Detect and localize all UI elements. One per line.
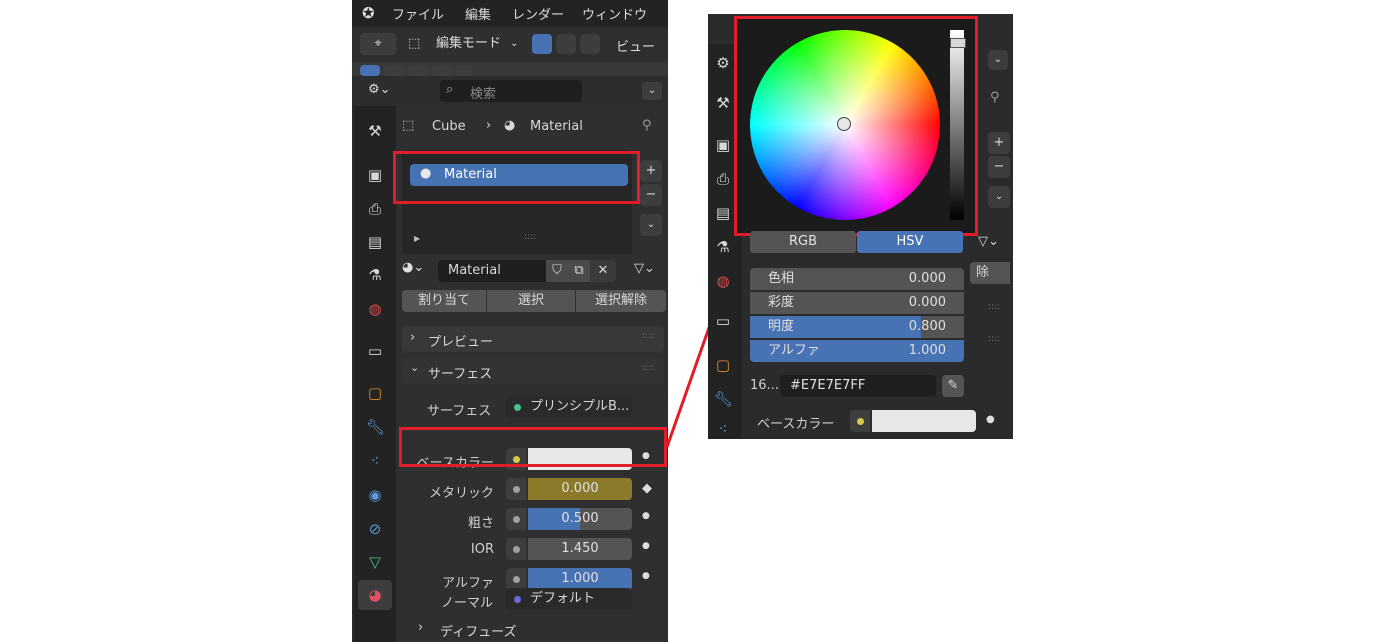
hex-prefix: 16...: [750, 378, 779, 393]
rgb-tab[interactable]: RGB: [750, 231, 856, 253]
eyedropper-icon[interactable]: ✎: [942, 375, 964, 397]
saturation-label: 彩度: [768, 295, 795, 310]
drag-grip-icon[interactable]: ::::: [988, 302, 1000, 312]
keyframe-dot-icon[interactable]: ●: [986, 414, 995, 425]
alpha-value: 1.000: [908, 343, 946, 358]
deselect-button-partial[interactable]: 除: [970, 262, 1010, 284]
world-tab-icon[interactable]: ◍: [714, 272, 732, 290]
render-tab-icon[interactable]: ▣: [714, 136, 732, 154]
object-tab-icon[interactable]: ▢: [714, 356, 732, 374]
view-layer-tab-icon[interactable]: ▤: [714, 204, 732, 222]
pin-icon[interactable]: ⚲: [990, 90, 1000, 105]
saturation-value: 0.000: [908, 295, 946, 310]
slot-specials-chevron-icon[interactable]: ⌄: [988, 186, 1010, 208]
output-tab-icon[interactable]: ⎙: [714, 170, 732, 188]
particles-tab-icon[interactable]: ⁖: [714, 420, 732, 438]
base-color-swatch-right[interactable]: [872, 410, 976, 432]
drag-grip-icon[interactable]: ::::: [988, 334, 1000, 344]
hue-label: 色相: [768, 271, 795, 286]
alpha-label: アルファ: [768, 343, 820, 358]
hue-field[interactable]: 色相 0.000: [750, 268, 964, 290]
editor-type-icon[interactable]: ⚙: [714, 54, 732, 72]
hex-value: #E7E7E7FF: [790, 378, 866, 393]
modifier-wrench-icon[interactable]: 🔧︎: [714, 390, 733, 408]
callout-connector: [665, 233, 744, 448]
collection-tab-icon[interactable]: ▭: [714, 312, 732, 330]
hue-value: 0.000: [908, 271, 946, 286]
base-color-label-right: ベースカラー: [757, 417, 835, 432]
remove-slot-button[interactable]: −: [988, 156, 1010, 178]
value-field[interactable]: 明度 0.800: [750, 316, 964, 338]
node-tree-icon[interactable]: ▽⌄: [978, 234, 999, 249]
options-chevron-icon[interactable]: ⌄: [988, 50, 1008, 70]
value-label: 明度: [768, 319, 795, 334]
saturation-field[interactable]: 彩度 0.000: [750, 292, 964, 314]
base-color-socket-right[interactable]: [850, 410, 870, 432]
value-value: 0.800: [908, 319, 946, 334]
scene-tab-icon[interactable]: ⚗: [714, 238, 732, 256]
color-socket-icon: [857, 418, 864, 425]
rgb-tab-label: RGB: [788, 234, 818, 249]
hex-input[interactable]: #E7E7E7FF: [780, 375, 936, 397]
tool-tab-icon[interactable]: ⚒: [714, 94, 732, 112]
add-slot-button[interactable]: +: [988, 132, 1010, 154]
color-wheel-highlight: [734, 16, 978, 236]
hsv-tab-label: HSV: [896, 234, 924, 249]
hsv-tab[interactable]: HSV: [857, 231, 963, 253]
alpha-field[interactable]: アルファ 1.000: [750, 340, 964, 362]
deselect-fragment-label: 除: [976, 265, 990, 280]
